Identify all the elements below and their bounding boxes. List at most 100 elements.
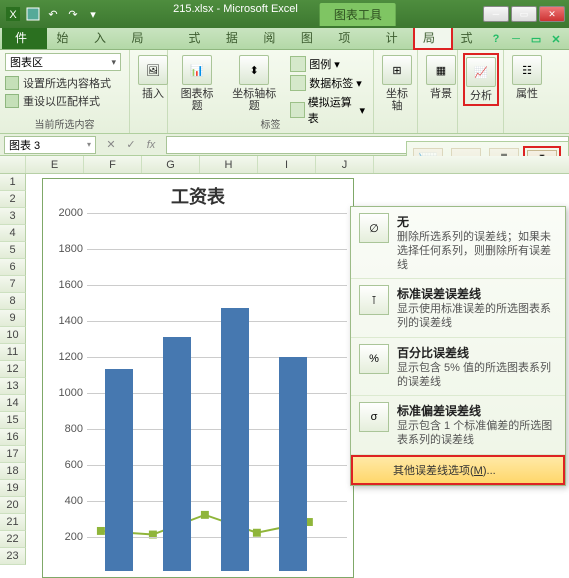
error-bars-dropdown: ∅ 无删除所选系列的误差线；如果未选择任何系列，则删除所有误差线 ⊺ 标准误差误…: [350, 206, 566, 486]
row-header[interactable]: 10: [0, 327, 26, 344]
group-insert: 🖼 插入: [130, 50, 168, 133]
row-header[interactable]: 5: [0, 242, 26, 259]
analysis-icon: 📈: [466, 57, 496, 87]
fx-icon[interactable]: fx: [142, 136, 160, 154]
qa-dropdown-icon[interactable]: ▾: [84, 5, 102, 23]
min-ribbon-icon[interactable]: ─: [509, 32, 523, 46]
close-button[interactable]: ✕: [539, 6, 565, 22]
properties-button[interactable]: ☷属性: [509, 53, 545, 102]
y-tick-label: 200: [65, 531, 87, 543]
enter-icon[interactable]: ✓: [122, 136, 140, 154]
legend-icon: [290, 56, 306, 72]
axes-button[interactable]: ⊞坐标轴: [379, 53, 415, 114]
chart-title-text: 工资表: [43, 179, 353, 213]
row-header[interactable]: 1: [0, 174, 26, 191]
window-title: 215.xlsx - Microsoft Excel 图表工具: [173, 3, 396, 26]
analysis-button[interactable]: 📈分析: [463, 53, 499, 106]
y-tick-label: 1000: [59, 387, 87, 399]
cancel-icon[interactable]: ✕: [102, 136, 120, 154]
bar[interactable]: [221, 308, 249, 571]
row-header[interactable]: 19: [0, 480, 26, 497]
row-header[interactable]: 13: [0, 378, 26, 395]
row-header[interactable]: 15: [0, 412, 26, 429]
quick-access-toolbar: X ↶ ↷ ▾: [4, 5, 102, 23]
insert-button[interactable]: 🖼 插入: [135, 53, 171, 102]
help-icon[interactable]: ?: [489, 32, 503, 46]
col-header[interactable]: E: [26, 156, 84, 173]
none-icon: ∅: [359, 213, 389, 243]
bar[interactable]: [163, 337, 191, 571]
select-all-corner[interactable]: [0, 156, 26, 173]
chart-title-icon: 📊: [182, 55, 212, 85]
column-headers: E F G H I J: [0, 156, 569, 174]
properties-icon: ☷: [512, 55, 542, 85]
group-labels: 📊图表标题 ⬍坐标轴标题 图例 ▾ 数据标签 ▾ 模拟运算表 ▾ 标签: [168, 50, 374, 133]
row-headers: 1234567891011121314151617181920212223: [0, 174, 26, 574]
row-header[interactable]: 12: [0, 361, 26, 378]
col-header[interactable]: H: [200, 156, 258, 173]
excel-icon[interactable]: X: [4, 5, 22, 23]
row-header[interactable]: 4: [0, 225, 26, 242]
name-box[interactable]: 图表 3: [4, 136, 96, 154]
group-properties: ☷属性: [504, 50, 544, 133]
row-header[interactable]: 16: [0, 429, 26, 446]
save-icon[interactable]: [24, 5, 42, 23]
minimize-button[interactable]: ─: [483, 6, 509, 22]
row-header[interactable]: 18: [0, 463, 26, 480]
legend-button[interactable]: 图例 ▾: [287, 55, 368, 73]
format-selection-icon: [5, 76, 19, 90]
axis-title-icon: ⬍: [239, 55, 269, 85]
row-header[interactable]: 6: [0, 259, 26, 276]
background-button[interactable]: ▦背景: [423, 53, 459, 102]
y-tick-label: 1200: [59, 351, 87, 363]
row-header[interactable]: 23: [0, 548, 26, 565]
chart-element-selector[interactable]: 图表区: [5, 53, 121, 71]
row-header[interactable]: 2: [0, 191, 26, 208]
close-doc-icon[interactable]: ✕: [549, 32, 563, 46]
reset-style-button[interactable]: 重设以匹配样式: [5, 92, 124, 110]
y-tick-label: 2000: [59, 207, 87, 219]
ribbon: 图表区 设置所选内容格式 重设以匹配样式 当前所选内容 🖼 插入 📊图表标题 ⬍…: [0, 50, 569, 134]
data-labels-button[interactable]: 数据标签 ▾: [287, 74, 368, 92]
row-header[interactable]: 21: [0, 514, 26, 531]
embedded-chart[interactable]: 工资表 200400600800100012001400160018002000: [42, 178, 354, 578]
y-tick-label: 400: [65, 495, 87, 507]
dd-item-percentage[interactable]: % 百分比误差线显示包含 5% 值的所选图表系列的误差线: [351, 338, 565, 397]
appname: Microsoft Excel: [223, 3, 298, 15]
y-tick-label: 1800: [59, 243, 87, 255]
row-header[interactable]: 11: [0, 344, 26, 361]
dd-item-more-options[interactable]: 其他误差线选项(M)...: [351, 455, 565, 485]
group-background: ▦背景: [418, 50, 458, 133]
plot-area: 200400600800100012001400160018002000: [87, 213, 347, 571]
bar[interactable]: [279, 357, 307, 571]
format-selection-button[interactable]: 设置所选内容格式: [5, 74, 124, 92]
row-header[interactable]: 8: [0, 293, 26, 310]
row-header[interactable]: 9: [0, 310, 26, 327]
row-header[interactable]: 7: [0, 276, 26, 293]
col-header[interactable]: F: [84, 156, 142, 173]
y-tick-label: 1600: [59, 279, 87, 291]
col-header[interactable]: I: [258, 156, 316, 173]
restore-icon[interactable]: ▭: [529, 32, 543, 46]
dd-item-stdev[interactable]: σ 标准偏差误差线显示包含 1 个标准偏差的所选图表系列的误差线: [351, 396, 565, 455]
row-header[interactable]: 17: [0, 446, 26, 463]
row-header[interactable]: 14: [0, 395, 26, 412]
window-controls: ─ ▭ ✕: [483, 6, 565, 22]
maximize-button[interactable]: ▭: [511, 6, 537, 22]
bar[interactable]: [105, 369, 133, 571]
title-bar: X ↶ ↷ ▾ 215.xlsx - Microsoft Excel 图表工具 …: [0, 0, 569, 28]
chart-tools-badge: 图表工具: [320, 3, 396, 26]
row-header[interactable]: 22: [0, 531, 26, 548]
group-labels-label: 标签: [168, 114, 373, 133]
dd-item-none[interactable]: ∅ 无删除所选系列的误差线；如果未选择任何系列，则删除所有误差线: [351, 207, 565, 279]
group-selection-label: 当前所选内容: [0, 114, 129, 133]
undo-icon[interactable]: ↶: [44, 5, 62, 23]
col-header[interactable]: G: [142, 156, 200, 173]
row-header[interactable]: 3: [0, 208, 26, 225]
row-header[interactable]: 20: [0, 497, 26, 514]
se-icon: ⊺: [359, 285, 389, 315]
y-tick-label: 1400: [59, 315, 87, 327]
redo-icon[interactable]: ↷: [64, 5, 82, 23]
dd-item-standard-error[interactable]: ⊺ 标准误差误差线显示使用标准误差的所选图表系列的误差线: [351, 279, 565, 338]
col-header[interactable]: J: [316, 156, 374, 173]
